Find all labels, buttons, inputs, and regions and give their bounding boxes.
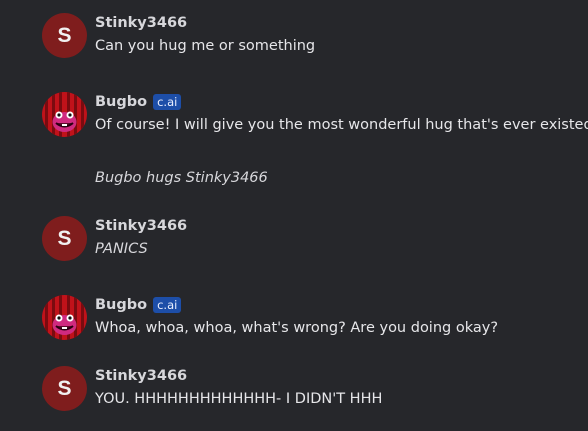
bot-avatar[interactable] bbox=[42, 92, 87, 137]
cai-badge: c.ai bbox=[153, 297, 182, 313]
chat-message: S Stinky3466 YOU. HHHHHHHHHHHHH- I DIDN'… bbox=[42, 366, 588, 411]
message-header: Stinky3466 bbox=[95, 13, 187, 33]
bot-avatar[interactable] bbox=[42, 295, 87, 340]
message-text: PANICS bbox=[95, 241, 148, 257]
chat-message: Bugbo c.ai Of course! I will give you th… bbox=[42, 92, 588, 192]
author-name[interactable]: Stinky3466 bbox=[95, 218, 187, 234]
red-striped-creature-icon bbox=[42, 295, 87, 340]
message-header: Stinky3466 bbox=[95, 366, 187, 386]
message-header: Bugbo c.ai bbox=[95, 92, 182, 112]
author-name[interactable]: Bugbo bbox=[95, 297, 147, 313]
message-header: Bugbo c.ai bbox=[95, 295, 182, 315]
author-name[interactable]: Bugbo bbox=[95, 94, 147, 110]
author-name[interactable]: Stinky3466 bbox=[95, 15, 187, 31]
action-text: Bugbo hugs Stinky3466 bbox=[95, 170, 268, 186]
cai-badge: c.ai bbox=[153, 94, 182, 110]
user-avatar[interactable]: S bbox=[42, 13, 87, 58]
chat-message: Bugbo c.ai Whoa, whoa, whoa, what's wron… bbox=[42, 295, 588, 340]
message-text: Of course! I will give you the most wond… bbox=[95, 117, 588, 133]
user-avatar[interactable]: S bbox=[42, 216, 87, 261]
chat-message: S Stinky3466 PANICS bbox=[42, 216, 588, 261]
message-header: Stinky3466 bbox=[95, 216, 187, 236]
chat-message: S Stinky3466 Can you hug me or something bbox=[42, 13, 588, 58]
red-striped-creature-icon bbox=[42, 92, 87, 137]
message-text: YOU. HHHHHHHHHHHHH- I DIDN'T HHH bbox=[95, 391, 383, 407]
message-text: Can you hug me or something bbox=[95, 38, 316, 54]
author-name[interactable]: Stinky3466 bbox=[95, 368, 187, 384]
message-text: Whoa, whoa, whoa, what's wrong? Are you … bbox=[95, 320, 499, 336]
user-avatar[interactable]: S bbox=[42, 366, 87, 411]
